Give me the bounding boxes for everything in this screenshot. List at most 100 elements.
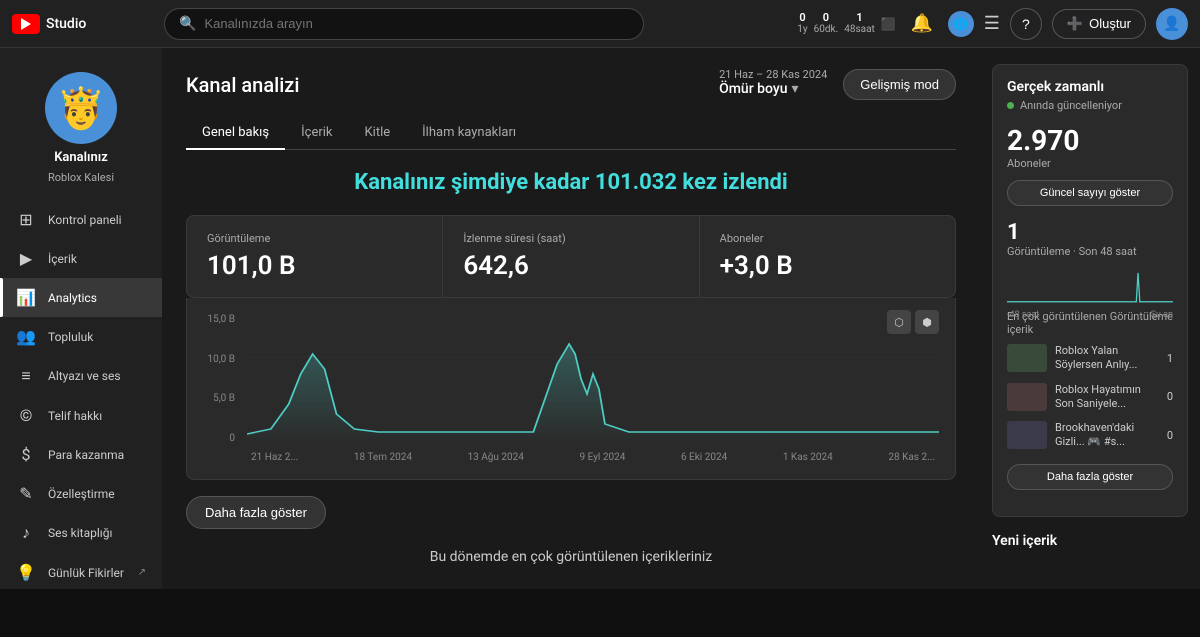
chart-x-labels: 21 Haz 2... 18 Tem 2024 13 Ağu 2024 9 Ey… (247, 452, 939, 463)
chart-y-axis: 15,0 B 10,0 B 5,0 B 0 (203, 314, 239, 444)
youtube-logo (12, 14, 40, 34)
audio-icon: ♪ (16, 523, 36, 543)
stat-60dk: 0 60dk. (814, 11, 839, 36)
content-item-2: Brookhaven'daki Gizli... 🎮 #s... 0 (1007, 421, 1173, 450)
content-thumb-2 (1007, 421, 1047, 449)
content-thumb-0 (1007, 344, 1047, 372)
metric-watchtime-value: 642,6 (463, 251, 678, 281)
sidebar-label-monetize: Para kazanma (48, 448, 124, 462)
search-input[interactable] (204, 16, 629, 31)
channel-info: 🤴 Kanalınız Roblox Kalesi (0, 56, 162, 200)
create-icon: ➕ (1067, 16, 1083, 32)
channel-name: Kanalınız (54, 150, 108, 165)
tab-overview[interactable]: Genel bakış (186, 117, 285, 150)
stat-1y: 0 1y (797, 11, 807, 36)
y-label-4: 0 (203, 433, 235, 444)
x-label-0: 21 Haz 2... (251, 452, 298, 463)
x-label-3: 9 Eyl 2024 (580, 452, 626, 463)
live-indicator: Anında güncelleniyor (1007, 99, 1173, 112)
menu-icon[interactable]: ☰ (984, 13, 1000, 34)
channel-avatar[interactable]: 🤴 (45, 72, 117, 144)
page-header: Kanal analizi 21 Haz – 28 Kas 2024 Ömür … (186, 68, 956, 101)
profile-icon: 🌐 (948, 11, 974, 37)
page-title: Kanal analizi (186, 73, 299, 97)
search-bar[interactable]: 🔍 (164, 8, 644, 40)
top-nav: Studio 🔍 0 1y 0 60dk. 1 48saat ⬛ 🔔 🌐 ☰ ?… (0, 0, 1200, 48)
content-item-0: Roblox Yalan Söylersen Anlıy... 1 (1007, 344, 1173, 373)
realtime-title: Gerçek zamanlı (1007, 79, 1173, 95)
sidebar-item-content[interactable]: ▶ İçerik (0, 239, 162, 278)
show-more-button[interactable]: Daha fazla göster (186, 496, 326, 529)
date-range-selector[interactable]: 21 Haz – 28 Kas 2024 Ömür boyu ▾ (719, 68, 827, 97)
show-current-button[interactable]: Güncel sayıyı göster (1007, 180, 1173, 206)
content-count-1: 0 (1161, 390, 1173, 403)
content-icon: ▶ (16, 249, 36, 268)
show-more-right-button[interactable]: Daha fazla göster (1007, 464, 1173, 490)
metric-subscribers: Aboneler +3,0 B (700, 216, 955, 297)
subscriber-count: 2.970 (1007, 124, 1173, 157)
sidebar-item-analytics[interactable]: 📊 Analytics (0, 278, 162, 317)
search-icon: 🔍 (179, 16, 196, 32)
sidebar-item-ideas[interactable]: 💡 Günlük Fikirler ↗ (0, 553, 162, 589)
mini-x-end: Şu an (1151, 310, 1173, 320)
chart-controls: ⬡ ⬢ (887, 310, 939, 334)
sidebar-item-copyright[interactable]: © Telif hakkı (0, 396, 162, 435)
x-label-1: 18 Tem 2024 (354, 452, 412, 463)
copyright-icon: © (16, 406, 36, 425)
tab-inspiration[interactable]: İlham kaynakları (406, 117, 532, 150)
tab-content[interactable]: İçerik (285, 117, 348, 150)
sidebar-label-subtitles: Altyazı ve ses (48, 369, 121, 383)
advanced-mode-button[interactable]: Gelişmiş mod (843, 69, 956, 100)
subscriber-label: Aboneler (1007, 157, 1173, 170)
avatar[interactable]: 👤 (1156, 8, 1188, 40)
sidebar-label-community: Topluluk (48, 330, 93, 344)
metric-watchtime: İzlenme süresi (saat) 642,6 (443, 216, 699, 297)
mini-chart-svg (1007, 266, 1173, 306)
sidebar-item-dashboard[interactable]: ⊞ Kontrol paneli (0, 200, 162, 239)
date-range-dates: 21 Haz – 28 Kas 2024 (719, 68, 827, 81)
x-label-2: 13 Ağu 2024 (468, 452, 524, 463)
mini-x-labels: -48 saat Şu an (1007, 310, 1173, 320)
sidebar-label-content: İçerik (48, 252, 77, 266)
mini-x-start: -48 saat (1007, 310, 1039, 320)
external-link-icon: ↗ (138, 567, 146, 578)
chart-svg-wrapper: 21 Haz 2... 18 Tem 2024 13 Ağu 2024 9 Ey… (247, 314, 939, 463)
metric-subscribers-value: +3,0 B (720, 251, 935, 281)
tabs: Genel bakış İçerik Kitle İlham kaynaklar… (186, 117, 956, 150)
chart-btn-1[interactable]: ⬡ (887, 310, 911, 334)
content-title-2: Brookhaven'daki Gizli... 🎮 #s... (1055, 421, 1153, 450)
metric-views: Görüntüleme 101,0 B (187, 216, 443, 297)
metrics-row: Görüntüleme 101,0 B İzlenme süresi (saat… (186, 215, 956, 298)
sidebar-label-ideas: Günlük Fikirler (48, 566, 124, 580)
help-button[interactable]: ? (1010, 8, 1042, 40)
rt-views-label: Görüntüleme · Son 48 saat (1007, 245, 1173, 258)
community-icon: 👥 (16, 327, 36, 346)
y-label-3: 5,0 B (203, 393, 235, 404)
content-title-1: Roblox Hayatımın Son Saniyele... (1055, 383, 1153, 412)
content-count-0: 1 (1161, 352, 1173, 365)
main-content: Kanal analizi 21 Haz – 28 Kas 2024 Ömür … (162, 48, 980, 589)
chart-area: 15,0 B 10,0 B 5,0 B 0 (203, 314, 939, 463)
sidebar-item-monetize[interactable]: $ Para kazanma (0, 435, 162, 474)
mini-chart: -48 saat Şu an (1007, 266, 1173, 306)
live-dot (1007, 102, 1014, 109)
sidebar-item-subtitles[interactable]: ≡ Altyazı ve ses (0, 356, 162, 396)
logo-area: Studio (12, 14, 152, 34)
chart-btn-2[interactable]: ⬢ (915, 310, 939, 334)
layout: 🤴 Kanalınız Roblox Kalesi ⊞ Kontrol pane… (0, 48, 1200, 589)
stat-48saat: 1 48saat (844, 11, 875, 36)
tab-audience[interactable]: Kitle (349, 117, 407, 150)
x-label-5: 1 Kas 2024 (783, 452, 833, 463)
create-button[interactable]: ➕ Oluştur (1052, 9, 1146, 39)
metric-watchtime-label: İzlenme süresi (saat) (463, 232, 678, 245)
chart-svg (247, 314, 939, 444)
sidebar-item-customize[interactable]: ✎ Özelleştirme (0, 474, 162, 513)
sidebar-item-community[interactable]: 👥 Topluluk (0, 317, 162, 356)
sidebar-label-audiolib: Ses kitaplığı (48, 526, 112, 540)
analytics-icon: 📊 (16, 288, 36, 307)
rt-views-count: 1 (1007, 220, 1173, 245)
sidebar-item-audiolib[interactable]: ♪ Ses kitaplığı (0, 513, 162, 553)
notifications-icon[interactable]: 🔔 (906, 8, 938, 40)
right-panel: Gerçek zamanlı Anında güncelleniyor 2.97… (980, 48, 1200, 589)
monetize-icon: $ (16, 445, 36, 464)
